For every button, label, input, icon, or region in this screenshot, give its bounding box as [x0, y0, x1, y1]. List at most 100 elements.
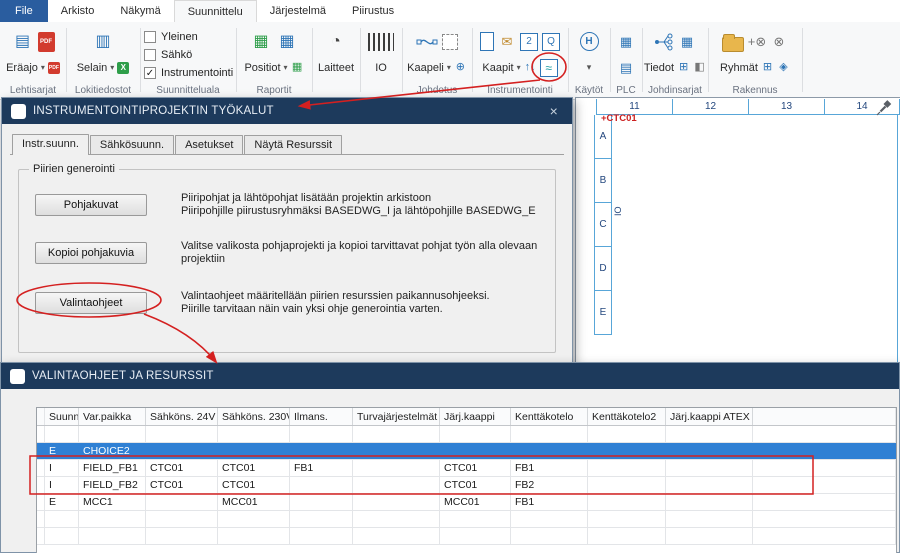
- pohjakuvat-button[interactable]: Pohjakuvat: [35, 194, 147, 216]
- column-header[interactable]: Suunn....: [45, 408, 79, 425]
- cell: [353, 511, 440, 527]
- laitteet-button[interactable]: Laitteet: [318, 62, 354, 74]
- eraajo-button[interactable]: Eräajo: [6, 62, 38, 74]
- report-table-icon[interactable]: ▦: [276, 31, 298, 53]
- tab-file[interactable]: File: [0, 0, 48, 22]
- group-plc: ▦ ▤ PLC: [612, 22, 640, 99]
- cell: [666, 426, 753, 442]
- positiot-button[interactable]: Positiot: [244, 62, 280, 74]
- cell: MCC1: [79, 494, 146, 510]
- column-ruler: 11 12 13 14: [596, 99, 900, 114]
- drive-icon[interactable]: H: [580, 32, 599, 51]
- column-header[interactable]: Sähköns. 24V: [146, 408, 218, 425]
- tab-nayta-resurssit[interactable]: Näytä Resurssit: [244, 135, 342, 154]
- instrument-tools-icon[interactable]: ≈: [540, 59, 558, 77]
- table-row[interactable]: IFIELD_FB2CTC01CTC01CTC01FB2: [37, 477, 896, 494]
- pin-icon[interactable]: [876, 100, 892, 116]
- table-row[interactable]: [37, 528, 896, 545]
- dialog2-titlebar[interactable]: VALINTAOHJEET JA RESURSSIT: [1, 363, 899, 389]
- column-header[interactable]: Turvajärjestelmät: [353, 408, 440, 425]
- wire-table-icon[interactable]: ▦: [678, 33, 696, 51]
- wire-half-icon[interactable]: ◧: [693, 61, 706, 74]
- folder-icon[interactable]: [722, 37, 744, 52]
- column-header[interactable]: Sähköns. 230V: [218, 408, 290, 425]
- xls-icon[interactable]: X: [117, 62, 129, 74]
- tab-arkisto[interactable]: Arkisto: [48, 0, 108, 22]
- tab-nakyma[interactable]: Näkymä: [107, 0, 173, 22]
- table-row[interactable]: [37, 426, 896, 443]
- chevron-down-icon: ▾: [41, 64, 45, 72]
- valintaohjeet-button[interactable]: Valintaohjeet: [35, 292, 147, 314]
- chevron-down-icon[interactable]: ▾: [587, 63, 592, 72]
- group-johdotus: Kaapeli ▾ ⊕ Johdotus: [404, 22, 470, 99]
- diamond-icon[interactable]: ◈: [777, 61, 790, 74]
- globe-icon[interactable]: ⊕: [454, 61, 467, 74]
- cad-drawing-area[interactable]: 11 12 13 14 A B C D E +CTC01 IO: [575, 97, 900, 363]
- kaapit-button[interactable]: Kaapit: [482, 62, 513, 74]
- checkbox-instrumentointi[interactable]: ✓ Instrumentointi: [144, 65, 234, 80]
- tab-suunnittelu[interactable]: Suunnittelu: [174, 0, 257, 22]
- table-row[interactable]: ECHOICE2: [37, 443, 896, 460]
- dialog1-titlebar[interactable]: INSTRUMENTOINTIPROJEKTIN TYÖKALUT ×: [2, 98, 572, 124]
- harness-icon[interactable]: [654, 33, 674, 51]
- row-label: D: [594, 247, 612, 291]
- table-row[interactable]: EMCC1MCC01MCC01FB1: [37, 494, 896, 511]
- checkbox-yleinen[interactable]: Yleinen: [144, 29, 234, 44]
- tiedot-button[interactable]: Tiedot: [644, 62, 674, 74]
- table-row[interactable]: IFIELD_FB1CTC01CTC01FB1CTC01FB1: [37, 460, 896, 477]
- cell: [511, 426, 588, 442]
- cell: [79, 511, 146, 527]
- cell: [753, 477, 896, 493]
- table-row[interactable]: [37, 511, 896, 528]
- column-header[interactable]: Kenttäkotelo2: [588, 408, 666, 425]
- column-header[interactable]: Ilmans.: [290, 408, 353, 425]
- plc-rows-icon[interactable]: ▤: [617, 59, 635, 77]
- column-header[interactable]: Järj.kaappi: [440, 408, 511, 425]
- ryhmat-button[interactable]: Ryhmät: [720, 62, 758, 74]
- io-button[interactable]: IO: [375, 62, 387, 74]
- add-node-icon[interactable]: +⊗: [748, 33, 766, 51]
- cell: [666, 443, 753, 459]
- checkbox-sahko[interactable]: Sähkö: [144, 47, 234, 62]
- qg-icon[interactable]: Q: [542, 33, 560, 51]
- column-header[interactable]: Var.paikka: [79, 408, 146, 425]
- sheet2-icon[interactable]: 2: [520, 33, 538, 51]
- selection-box-icon[interactable]: [442, 34, 458, 50]
- sort-updown-icon[interactable]: ↑↓: [524, 61, 537, 74]
- cabinet-icon[interactable]: [480, 32, 494, 51]
- positions-report-icon[interactable]: ▦: [250, 31, 272, 53]
- tab-piirustus[interactable]: Piirustus: [339, 0, 407, 22]
- mail-icon[interactable]: ✉: [498, 33, 516, 51]
- cell: [666, 494, 753, 510]
- group-grid-icon[interactable]: ⊞: [761, 61, 774, 74]
- cell: [588, 443, 666, 459]
- cell: [79, 528, 146, 544]
- cable-icon[interactable]: [416, 34, 438, 50]
- column-header[interactable]: Kenttäkotelo: [511, 408, 588, 425]
- close-icon[interactable]: ×: [545, 103, 563, 119]
- log-files-icon[interactable]: ▥: [92, 31, 114, 53]
- selain-button[interactable]: Selain: [77, 62, 108, 74]
- barcode-icon[interactable]: [368, 33, 394, 51]
- node-icon[interactable]: ⊗: [770, 33, 788, 51]
- cell: [218, 426, 290, 442]
- kopioi-pohjakuvia-button[interactable]: Kopioi pohjakuvia: [35, 242, 147, 264]
- kaapeli-button[interactable]: Kaapeli: [407, 62, 444, 74]
- clock-icon[interactable]: ◔: [325, 31, 347, 53]
- valintaohjeet-table[interactable]: Suunn....Var.paikkaSähköns. 24VSähköns. …: [36, 407, 897, 553]
- tab-sahkosuunn[interactable]: Sähkösuunn.: [90, 135, 174, 154]
- tab-instr-suunn[interactable]: Instr.suunn.: [12, 134, 89, 155]
- wire-group-icon[interactable]: ⊞: [677, 61, 690, 74]
- cell: [753, 426, 896, 442]
- tab-jarjestelma[interactable]: Järjestelmä: [257, 0, 339, 22]
- pdf-mini-icon[interactable]: PDF: [48, 62, 60, 74]
- tab-asetukset[interactable]: Asetukset: [175, 135, 243, 154]
- pdf-icon[interactable]: PDF: [38, 32, 55, 52]
- cell: [290, 528, 353, 544]
- cell: [440, 426, 511, 442]
- cell: [440, 443, 511, 459]
- plc-table-icon[interactable]: ▦: [617, 33, 635, 51]
- column-header[interactable]: Järj.kaappi ATEX: [666, 408, 753, 425]
- batch-form-icon[interactable]: ▤: [12, 31, 34, 53]
- positions-mini-icon[interactable]: ▦: [291, 61, 304, 74]
